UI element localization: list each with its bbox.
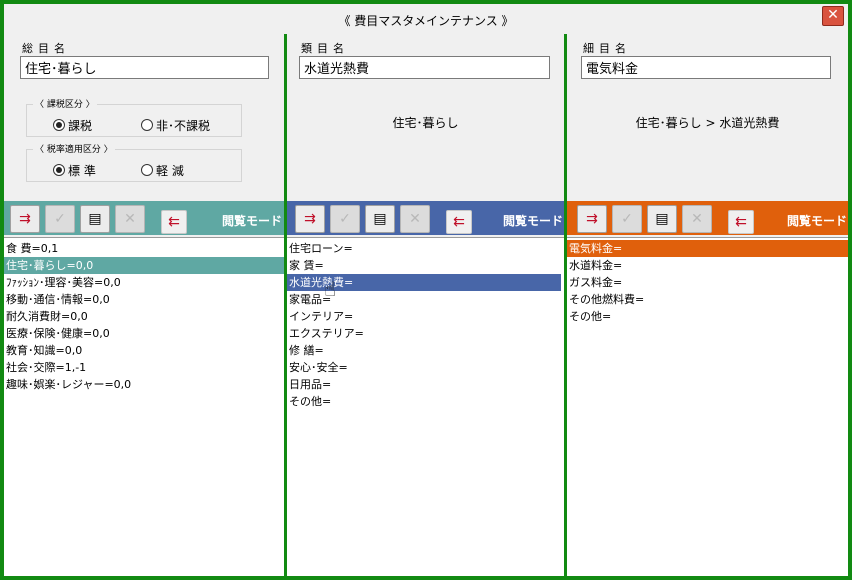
mode-label: 閲覧モード	[222, 214, 283, 228]
tax-category-group: 〈 課税区分 〉 課税 非･不課税	[26, 97, 242, 137]
delete-icon: ✕	[124, 211, 136, 227]
tax-rate-group: 〈 税率適用区分 〉 標 準 軽 減	[26, 142, 242, 182]
list-item-selected[interactable]: 住宅･暮らし=0,0	[4, 257, 284, 274]
tax-rate-title: 〈 税率適用区分 〉	[33, 142, 115, 155]
confirm-button[interactable]: ✓	[330, 205, 360, 233]
list-item[interactable]: エクステリア=	[287, 325, 564, 342]
delete-button[interactable]: ✕	[682, 205, 712, 233]
edit-button[interactable]: ▤	[365, 205, 395, 233]
list-item[interactable]: 住宅ローン=	[287, 240, 564, 257]
list-item[interactable]: 耐久消費財=0,0	[4, 308, 284, 325]
move-icon: ⇇	[168, 214, 180, 230]
detail-category-list: 電気料金= 水道料金= ガス料金= その他燃料費= その他=	[567, 237, 848, 576]
move-icon: ⇇	[735, 214, 747, 230]
radio-non-taxable[interactable]: 非･不課税	[141, 117, 210, 134]
move-button[interactable]: ⇇	[446, 210, 472, 234]
sub-category-label: 類目名	[301, 42, 349, 55]
radio-empty-icon	[141, 119, 153, 131]
edit-icon: ▤	[88, 211, 102, 227]
sub-category-breadcrumb: 住宅･暮らし	[392, 116, 459, 130]
detail-category-breadcrumb: 住宅･暮らし > 水道光熱費	[635, 116, 780, 130]
radio-selected-icon	[53, 164, 65, 176]
major-category-input[interactable]	[20, 56, 269, 79]
delete-button[interactable]: ✕	[115, 205, 145, 233]
column-major-category: 総目名 〈 課税区分 〉 課税 非･不課税 〈 税率適用区分 〉 標 準 軽 減…	[4, 34, 284, 576]
list-item[interactable]: 食 費=0,1	[4, 240, 284, 257]
add-icon: ⇉	[304, 211, 316, 227]
radio-reduced[interactable]: 軽 減	[141, 162, 184, 179]
list-item[interactable]: 教育･知識=0,0	[4, 342, 284, 359]
check-icon: ✓	[339, 211, 351, 227]
list-item[interactable]: その他燃料費=	[567, 291, 848, 308]
list-item[interactable]: 修 繕=	[287, 342, 564, 359]
list-item[interactable]: その他=	[567, 308, 848, 325]
toolbar-detail: ⇉ ✓ ▤ ✕ ⇇ 閲覧モード	[567, 201, 848, 235]
list-item[interactable]: 趣味･娯楽･レジャー=0,0	[4, 376, 284, 393]
column-sub-category: 類目名 住宅･暮らし ⇉ ✓ ▤ ✕ ⇇ 閲覧モード 住宅ローン= 家 賃= 水…	[287, 34, 564, 576]
check-icon: ✓	[54, 211, 66, 227]
toolbar-sub: ⇉ ✓ ▤ ✕ ⇇ 閲覧モード	[287, 201, 564, 235]
major-category-list: 食 費=0,1 住宅･暮らし=0,0 ﾌｧｯｼｮﾝ･理容･美容=0,0 移動･通…	[4, 237, 284, 576]
main-window: 《 費目マスタメインテナンス 》 ✕ 総目名 〈 課税区分 〉 課税 非･不課税…	[0, 0, 852, 580]
major-category-label: 総目名	[22, 42, 70, 55]
list-item[interactable]: 安心･安全=	[287, 359, 564, 376]
add-button[interactable]: ⇉	[295, 205, 325, 233]
detail-category-input[interactable]	[581, 56, 831, 79]
radio-empty-icon	[141, 164, 153, 176]
list-item[interactable]: 日用品=	[287, 376, 564, 393]
move-button[interactable]: ⇇	[728, 210, 754, 234]
list-item[interactable]: その他=	[287, 393, 564, 410]
detail-category-label: 細目名	[583, 42, 631, 55]
list-item[interactable]: インテリア=	[287, 308, 564, 325]
add-icon: ⇉	[586, 211, 598, 227]
list-item[interactable]: 移動･通信･情報=0,0	[4, 291, 284, 308]
sub-category-input[interactable]	[299, 56, 550, 79]
delete-button[interactable]: ✕	[400, 205, 430, 233]
close-button[interactable]: ✕	[822, 6, 844, 26]
edit-button[interactable]: ▤	[80, 205, 110, 233]
add-button[interactable]: ⇉	[10, 205, 40, 233]
list-item[interactable]: 社会･交際=1,-1	[4, 359, 284, 376]
window-title: 《 費目マスタメインテナンス 》	[338, 14, 514, 28]
list-item[interactable]: ﾌｧｯｼｮﾝ･理容･美容=0,0	[4, 274, 284, 291]
column-detail-category: 細目名 住宅･暮らし > 水道光熱費 ⇉ ✓ ▤ ✕ ⇇ 閲覧モード 電気料金=…	[567, 34, 848, 576]
add-button[interactable]: ⇉	[577, 205, 607, 233]
hand-cursor-icon: ☝	[324, 277, 337, 301]
edit-icon: ▤	[655, 211, 669, 227]
tax-category-title: 〈 課税区分 〉	[33, 97, 97, 110]
close-icon: ✕	[827, 7, 839, 23]
mode-label: 閲覧モード	[787, 214, 848, 228]
edit-icon: ▤	[373, 211, 387, 227]
list-item[interactable]: 家 賃=	[287, 257, 564, 274]
add-icon: ⇉	[19, 211, 31, 227]
list-item-selected[interactable]: 電気料金=	[567, 240, 848, 257]
radio-selected-icon	[53, 119, 65, 131]
confirm-button[interactable]: ✓	[45, 205, 75, 233]
list-item[interactable]: 医療･保険･健康=0,0	[4, 325, 284, 342]
confirm-button[interactable]: ✓	[612, 205, 642, 233]
radio-taxable[interactable]: 課税	[53, 117, 92, 134]
delete-icon: ✕	[409, 211, 421, 227]
list-item[interactable]: ガス料金=	[567, 274, 848, 291]
delete-icon: ✕	[691, 211, 703, 227]
check-icon: ✓	[621, 211, 633, 227]
toolbar-major: ⇉ ✓ ▤ ✕ ⇇ 閲覧モード	[4, 201, 284, 235]
move-button[interactable]: ⇇	[161, 210, 187, 234]
list-item[interactable]: 水道料金=	[567, 257, 848, 274]
move-icon: ⇇	[453, 214, 465, 230]
mode-label: 閲覧モード	[503, 214, 564, 228]
radio-standard[interactable]: 標 準	[53, 162, 96, 179]
edit-button[interactable]: ▤	[647, 205, 677, 233]
